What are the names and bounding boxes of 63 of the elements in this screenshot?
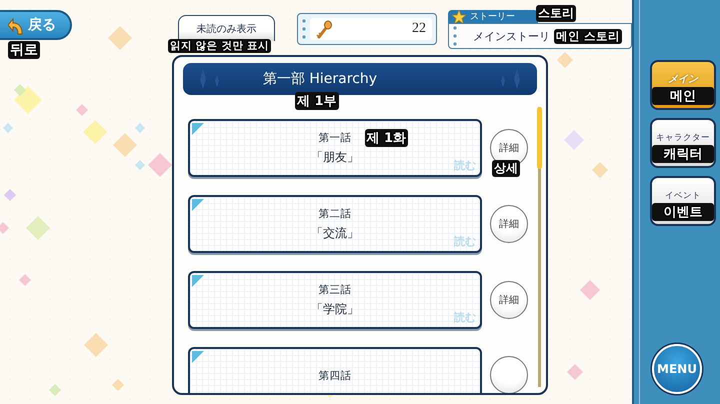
confetti-decoration: [135, 160, 145, 170]
episode-title: 「学院」: [311, 300, 359, 318]
category-tab[interactable]: キャラクター 캐릭터: [650, 118, 716, 168]
episode-number: 第三話: [318, 282, 352, 296]
confetti-decoration: [4, 189, 16, 201]
episode-number: 第二話: [318, 206, 352, 220]
confetti-decoration: [26, 216, 50, 240]
confetti-decoration: [564, 130, 584, 150]
episode-number: 第四話: [318, 369, 352, 383]
corner-icon: [192, 351, 204, 363]
chapter-title: 第一部 Hierarchy: [262, 70, 378, 88]
episode-card[interactable]: 第三話 「学院」 読む: [188, 271, 482, 329]
episode-title: 「交流」: [311, 224, 359, 242]
caption-text: 메인: [652, 87, 714, 105]
corner-icon: [192, 199, 204, 211]
confetti-decoration: [148, 153, 172, 177]
episode-title: 「朋友」: [311, 148, 359, 166]
back-arrow-icon: [8, 16, 24, 34]
episode-card[interactable]: 第一話 제 1화 「朋友」 読む: [188, 119, 482, 177]
caption-text: 뒤로: [8, 41, 40, 59]
detail-button[interactable]: 詳細: [490, 281, 528, 319]
caption-text: 이벤트: [652, 203, 714, 221]
confetti-decoration: [0, 222, 9, 234]
scrollbar[interactable]: [538, 107, 541, 387]
confetti-decoration: [49, 384, 61, 396]
caption-text: 읽지 않은 것만 표시: [168, 39, 271, 53]
detail-button[interactable]: 詳細: [490, 205, 528, 243]
scroll-thumb[interactable]: [537, 107, 542, 169]
caption-text: 제 1화: [364, 128, 408, 146]
key-count: 22: [412, 21, 426, 37]
caption-text: 스토리: [536, 5, 576, 22]
read-stamp-label: 読む: [454, 310, 476, 325]
corner-icon: [192, 123, 204, 135]
confetti-decoration: [592, 162, 608, 178]
corner-icon: [192, 275, 204, 287]
menu-button[interactable]: MENU: [652, 344, 702, 394]
category-tab[interactable]: イベント 이벤트: [650, 176, 716, 226]
detail-button[interactable]: [490, 356, 528, 393]
caption-text: 상세: [492, 160, 520, 177]
read-stamp-label: 読む: [454, 158, 476, 173]
confetti-decoration: [84, 333, 108, 357]
confetti-decoration: [108, 26, 132, 50]
confetti-decoration: [3, 123, 13, 133]
key-icon: [316, 20, 334, 38]
confetti-decoration: [112, 379, 124, 391]
confetti-decoration: [580, 280, 600, 300]
confetti-decoration: [19, 274, 31, 286]
caption-text: 캐릭터: [652, 145, 714, 163]
caption-text: 메인 스토리: [554, 28, 622, 44]
episode-number: 第一話: [318, 130, 352, 144]
confetti-decoration: [83, 120, 107, 144]
confetti-decoration: [557, 52, 573, 68]
episode-card[interactable]: 第四話: [188, 347, 482, 393]
read-stamp-label: 読む: [454, 234, 476, 249]
star-icon: [452, 10, 466, 24]
story-title: メインストーリ: [473, 28, 550, 44]
caption-text: 제 1부: [295, 92, 339, 110]
confetti-decoration: [567, 364, 583, 380]
episode-card[interactable]: 第二話 「交流」 読む: [188, 195, 482, 253]
category-tab[interactable]: メイン 메인: [650, 60, 716, 110]
filter-tab[interactable]: 未読のみ表示: [178, 15, 275, 41]
confetti-decoration: [76, 104, 88, 116]
story-tab-label: ストーリー: [448, 10, 538, 23]
